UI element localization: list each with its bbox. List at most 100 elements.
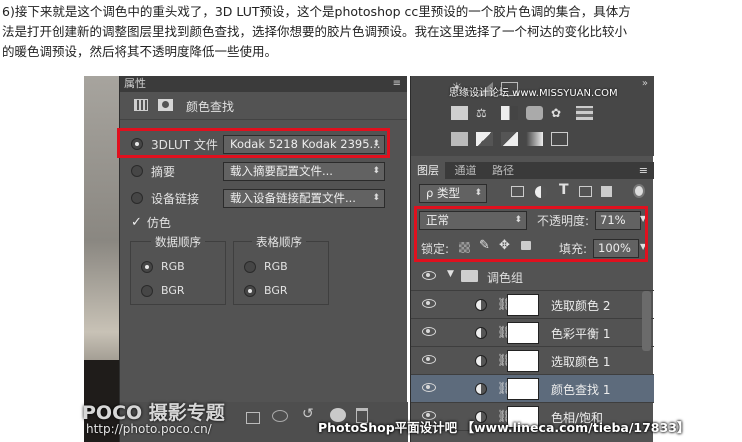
group-name: 调色组 (487, 271, 524, 285)
data-order-bgr[interactable]: BGR (141, 284, 185, 297)
intro-line-1: 6)接下来就是这个调色中的重头戏了，3D LUT预设，这个是photoshop … (2, 4, 631, 19)
layer-group-row[interactable]: ▼ 调色组 (411, 263, 654, 291)
data-order-bgr-radio[interactable] (141, 284, 153, 297)
tab-paths[interactable]: 路径 (486, 162, 520, 179)
dither-label: 仿色 (146, 215, 171, 230)
layers-scrollbar[interactable] (642, 291, 651, 351)
data-order-rgb-radio[interactable] (141, 260, 153, 273)
lookup-table-icon (134, 99, 148, 111)
panel-menu-icon[interactable]: ≡ (393, 76, 401, 92)
table-order-bgr-label: BGR (264, 284, 288, 297)
tab-channels[interactable]: 通道 (449, 162, 483, 179)
abstract-label: 摘要 (151, 164, 176, 179)
layer-filter-dropdown[interactable]: ρ 类型 ⬍ (419, 184, 487, 203)
filter-pixel-icon[interactable] (511, 186, 524, 197)
folder-icon (461, 270, 478, 282)
adjustment-layer-icon (475, 383, 487, 395)
adjustment-layer-icon (475, 355, 487, 367)
tab-layers[interactable]: 图层 (411, 162, 445, 179)
filter-type-icon[interactable]: T (559, 182, 569, 198)
gradient-map-icon[interactable] (526, 132, 543, 146)
lut-highlight-box (117, 128, 390, 158)
filter-adjustment-icon[interactable] (535, 186, 547, 198)
reset-icon[interactable]: ↺ (302, 406, 314, 422)
filter-shape-icon[interactable] (579, 186, 592, 197)
data-order-rgb[interactable]: RGB (141, 260, 185, 273)
data-order-rgb-label: RGB (161, 260, 185, 273)
selective-color-icon[interactable] (551, 132, 568, 146)
data-order-title: 数据顺序 (151, 234, 205, 250)
layer-mask-thumbnail[interactable] (507, 294, 539, 316)
layer-mask-thumbnail[interactable] (507, 378, 539, 400)
layer-row[interactable]: ⛓ 选取颜色 2 (411, 291, 654, 319)
view-previous-icon[interactable] (272, 410, 288, 422)
data-order-group: 数据顺序 RGB BGR (130, 234, 226, 305)
layers-menu-icon[interactable]: ≡ (639, 162, 648, 179)
abstract-radio[interactable] (131, 165, 143, 177)
channel-mixer-icon[interactable]: ✿ (551, 106, 568, 120)
table-order-bgr-radio[interactable] (244, 284, 256, 297)
forum-watermark: PhotoShop平面设计吧 【www.lineca.com/tieba/178… (318, 420, 690, 435)
mask-icon[interactable] (158, 99, 173, 111)
eye-icon[interactable] (422, 383, 436, 392)
abstract-dropdown[interactable]: 载入摘要配置文件... ⬍ (223, 162, 385, 181)
layer-row[interactable]: ⛓ 选取颜色 1 (411, 347, 654, 375)
clip-to-layer-icon[interactable] (246, 412, 260, 424)
table-order-rgb-radio[interactable] (244, 260, 256, 273)
adjustment-icons-row-3 (451, 132, 568, 146)
device-link-value: 载入设备链接配置文件... (230, 191, 356, 205)
poco-brand-watermark: POCO 摄影专题 (82, 402, 225, 424)
intro-line-3: 的暖色调预设，然后将其不透明度降低一些使用。 (2, 44, 278, 59)
intro-line-2: 法是打开创建新的调整图层里找到颜色查找，选择你想要的胶片色调预设。我在这里选择了… (2, 24, 628, 39)
color-balance-icon[interactable]: ⚖ (476, 106, 493, 120)
black-white-icon[interactable] (501, 106, 518, 120)
invert-icon[interactable] (451, 132, 468, 146)
filter-smart-object-icon[interactable] (601, 186, 612, 197)
layer-name: 选取颜色 1 (551, 355, 611, 369)
layer-name: 选取颜色 2 (551, 299, 611, 313)
filter-toggle-icon[interactable] (633, 184, 645, 198)
eye-icon[interactable] (422, 327, 436, 336)
dither-row[interactable]: ✓ 仿色 (120, 210, 407, 234)
adjustment-layer-icon (475, 327, 487, 339)
dropdown-arrow-icon: ⬍ (372, 166, 380, 176)
threshold-icon[interactable] (501, 132, 518, 146)
vibrance-icon[interactable] (451, 106, 468, 120)
device-link-radio[interactable] (131, 192, 143, 204)
layer-name: 色彩平衡 1 (551, 327, 611, 341)
device-link-dropdown[interactable]: 载入设备链接配置文件... ⬍ (223, 189, 385, 208)
watermark-top: 思缘设计论坛 www.MISSYUAN.COM (449, 88, 618, 99)
table-order-rgb-label: RGB (264, 260, 288, 273)
opacity-highlight-box (414, 206, 648, 262)
adjustments-panel: » ☀ 思缘设计论坛 www.MISSYUAN.COM ⚖ ✿ (411, 76, 654, 156)
checkmark-icon[interactable]: ✓ (131, 215, 142, 230)
intro-text: 6)接下来就是这个调色中的重头戏了，3D LUT预设，这个是photoshop … (2, 2, 740, 62)
layer-row-selected[interactable]: ⛓ 颜色查找 1 (411, 375, 654, 403)
device-link-label: 设备链接 (151, 191, 200, 206)
table-order-title: 表格顺序 (252, 234, 306, 250)
posterize-icon[interactable] (476, 132, 493, 146)
properties-panel-header: 属性 ≡ (120, 76, 407, 92)
dropdown-arrow-icon: ⬍ (474, 188, 482, 198)
data-order-bgr-label: BGR (161, 284, 185, 297)
table-order-group: 表格顺序 RGB BGR (233, 234, 329, 305)
adjustment-icons-row-2: ⚖ ✿ (451, 106, 593, 120)
photo-filter-icon[interactable] (526, 106, 543, 120)
eye-icon[interactable] (422, 355, 436, 364)
layer-mask-thumbnail[interactable] (507, 350, 539, 372)
table-order-rgb[interactable]: RGB (244, 260, 288, 273)
layers-tabs: 图层 通道 路径 ≡ (411, 162, 654, 179)
layer-filter-value: ρ 类型 (426, 186, 460, 200)
panel-collapse-icon[interactable]: » (642, 78, 648, 89)
color-lookup-icon[interactable] (576, 106, 593, 120)
properties-panel-title: 属性 (124, 77, 146, 90)
group-expand-icon[interactable]: ▼ (447, 269, 454, 279)
adjustment-title: 颜色查找 (186, 100, 235, 114)
poco-url-watermark: http://photo.poco.cn/ (86, 422, 212, 436)
eye-icon[interactable] (422, 299, 436, 308)
layer-mask-thumbnail[interactable] (507, 322, 539, 344)
adjustment-layer-icon (475, 299, 487, 311)
table-order-bgr[interactable]: BGR (244, 284, 288, 297)
layer-row[interactable]: ⛓ 色彩平衡 1 (411, 319, 654, 347)
eye-icon[interactable] (422, 271, 436, 280)
